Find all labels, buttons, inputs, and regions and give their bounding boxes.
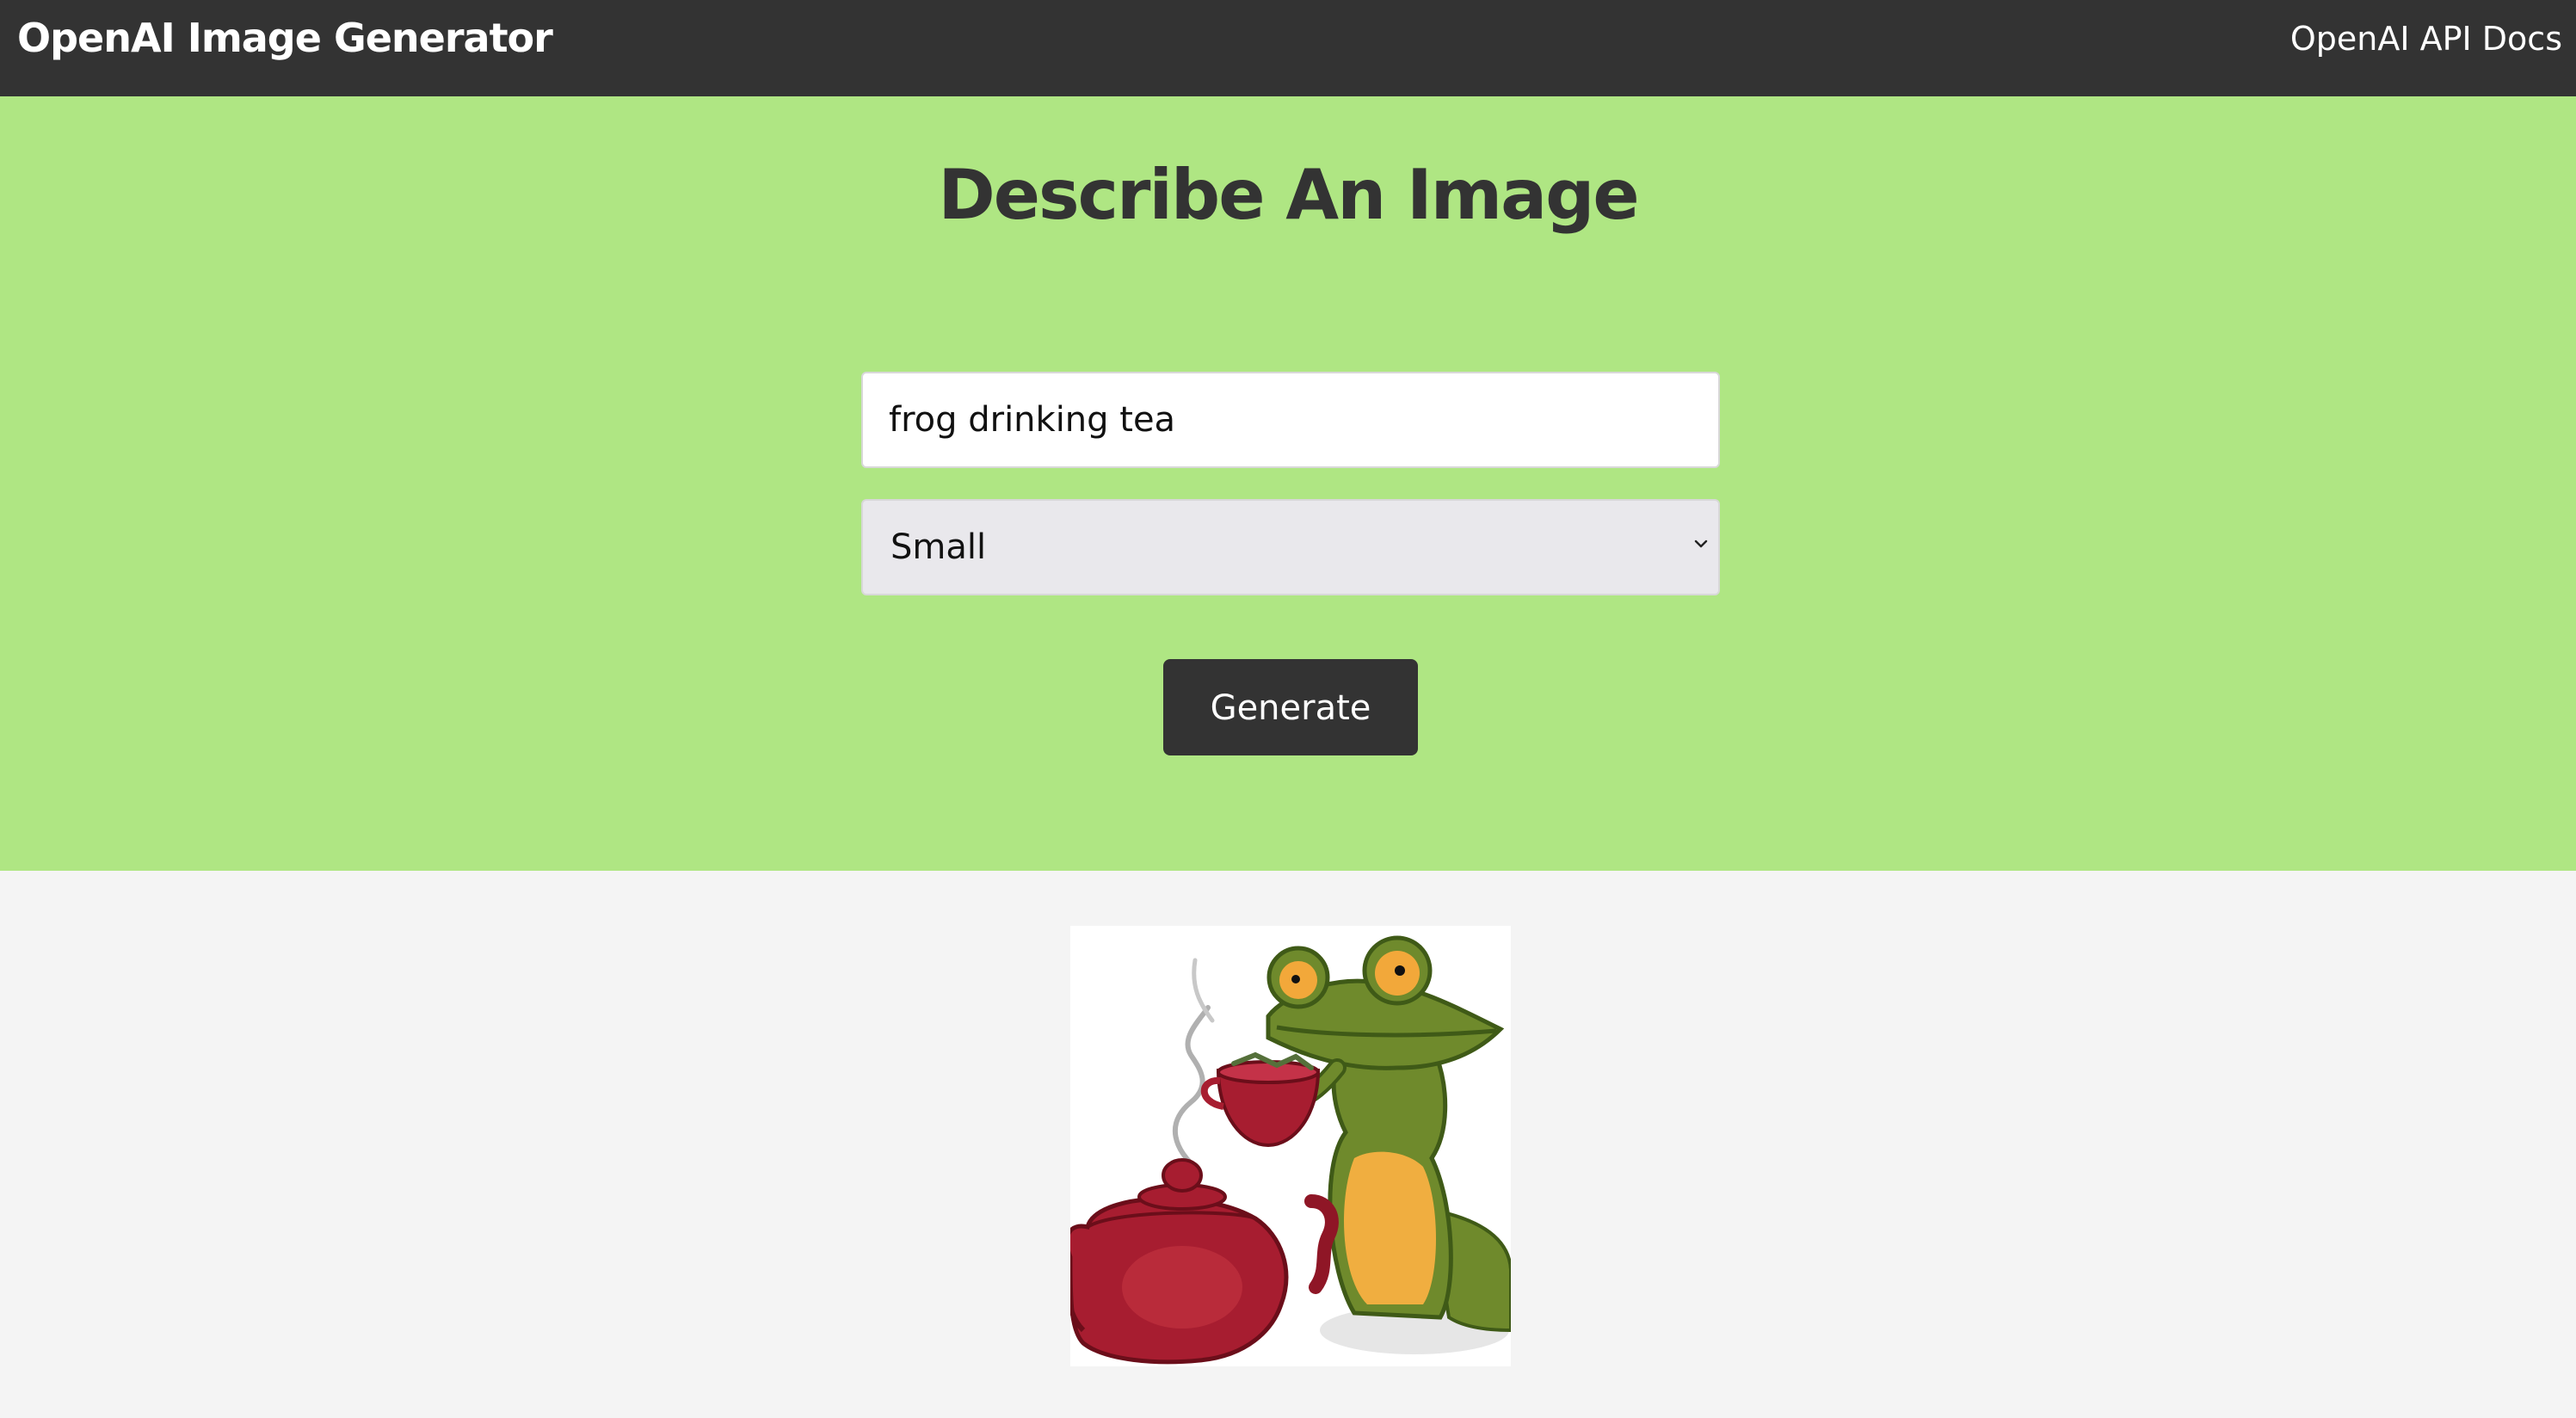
page-title: Describe An Image: [938, 155, 1639, 235]
generated-image: [1070, 926, 1511, 1366]
size-select-value: Small: [891, 527, 987, 567]
top-navbar: OpenAI Image Generator OpenAI API Docs: [0, 0, 2576, 96]
api-docs-link[interactable]: OpenAI API Docs: [2290, 15, 2562, 62]
prompt-input[interactable]: [861, 372, 1720, 468]
frog-tea-illustration: [1070, 935, 1511, 1365]
generate-button[interactable]: Generate: [1163, 659, 1418, 755]
chevron-down-icon: [1694, 539, 1708, 548]
size-select[interactable]: Small: [861, 499, 1720, 595]
app-brand-title: OpenAI Image Generator: [17, 15, 553, 61]
